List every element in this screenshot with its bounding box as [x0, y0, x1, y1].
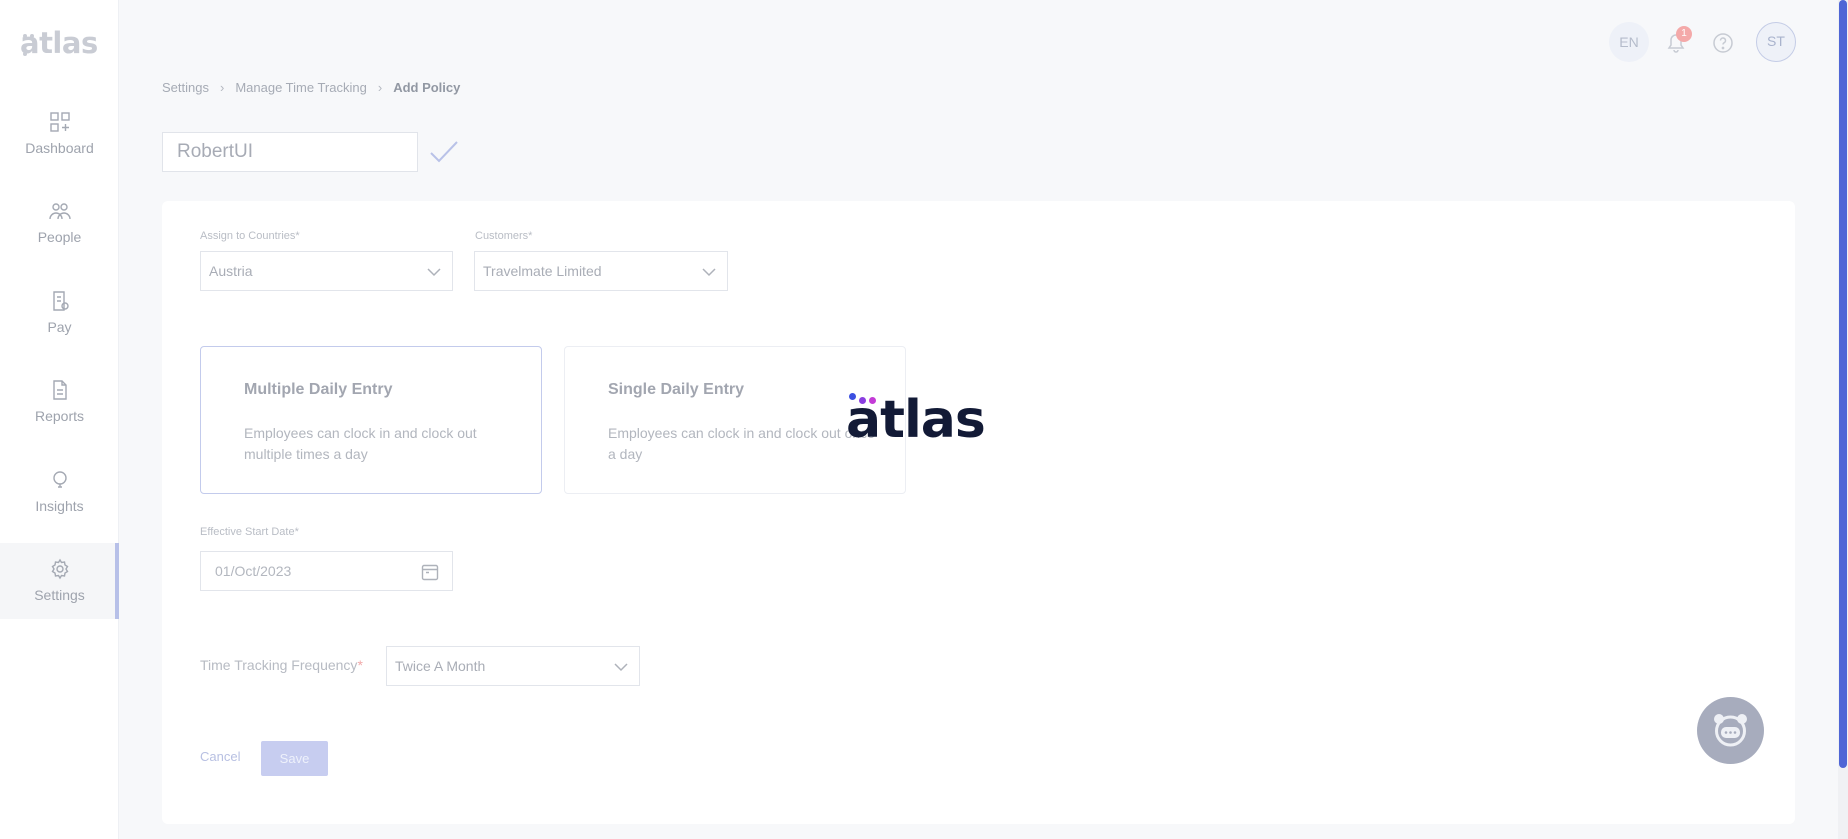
start-date-input[interactable]: 01/Oct/2023 — [200, 551, 453, 591]
pay-icon — [48, 289, 72, 313]
atlas-logo[interactable]: atlas — [20, 24, 100, 60]
dashboard-icon — [48, 110, 72, 134]
entry-option-description: Employees can clock in and clock out onc… — [608, 425, 875, 462]
multiple-daily-entry-option[interactable]: Multiple Daily Entry Employees can clock… — [200, 346, 542, 494]
countries-value: Austria — [209, 263, 253, 279]
policy-name-input[interactable]: RobertUI — [162, 132, 418, 172]
language-selector[interactable]: EN — [1609, 22, 1649, 62]
chevron-right-icon: › — [219, 80, 225, 95]
frequency-label-text: Time Tracking Frequency — [200, 657, 358, 673]
sidebar-item-people[interactable]: People — [0, 199, 119, 275]
frequency-label: Time Tracking Frequency* — [200, 657, 363, 673]
confirm-name-button[interactable] — [428, 136, 460, 168]
customers-select[interactable]: Travelmate Limited — [474, 251, 728, 291]
sidebar-item-pay[interactable]: Pay — [0, 289, 119, 365]
breadcrumb-item-manage-time-tracking[interactable]: Manage Time Tracking — [235, 80, 367, 95]
gear-icon — [48, 557, 72, 581]
help-icon — [1713, 33, 1733, 53]
sidebar-item-reports[interactable]: Reports — [0, 378, 119, 454]
frequency-select[interactable]: Twice A Month — [386, 646, 640, 686]
sidebar-item-label: Reports — [34, 408, 85, 424]
breadcrumb-current: Add Policy — [393, 80, 461, 95]
entry-option-title: Single Daily Entry — [608, 381, 745, 398]
breadcrumb: Settings › Manage Time Tracking › Add Po… — [162, 80, 460, 95]
scrollbar-thumb[interactable] — [1839, 0, 1847, 768]
sidebar-item-label: Settings — [34, 587, 85, 603]
sidebar-item-label: People — [37, 229, 82, 245]
save-button[interactable]: Save — [261, 741, 328, 776]
chat-button[interactable] — [1697, 697, 1764, 764]
chevron-down-icon — [701, 264, 717, 280]
calendar-icon[interactable] — [420, 562, 440, 582]
logo-wordmark: atlas — [20, 26, 98, 60]
sidebar: atlas Dashboard People Pay Reports Insig… — [0, 0, 119, 839]
required-mark: * — [357, 657, 363, 673]
countries-select[interactable]: Austria — [200, 251, 453, 291]
help-button[interactable] — [1703, 22, 1743, 62]
notification-badge: 1 — [1676, 26, 1692, 42]
sidebar-item-label: Dashboard — [25, 140, 94, 156]
sidebar-item-label: Insights — [35, 498, 84, 514]
entry-option-description: Employees can clock in and clock out mul… — [244, 425, 477, 462]
frequency-value: Twice A Month — [395, 658, 486, 674]
start-date-value: 01/Oct/2023 — [215, 563, 292, 579]
sidebar-item-settings[interactable]: Settings — [0, 543, 119, 619]
countries-label: Assign to Countries* — [200, 230, 300, 242]
reports-icon — [48, 378, 72, 402]
entry-option-title: Multiple Daily Entry — [244, 381, 393, 398]
sidebar-item-label: Pay — [47, 319, 72, 335]
chevron-right-icon: › — [377, 80, 383, 95]
breadcrumb-item-settings[interactable]: Settings — [162, 80, 209, 95]
customers-value: Travelmate Limited — [483, 263, 602, 279]
chevron-down-icon — [426, 264, 442, 280]
start-date-label: Effective Start Date* — [200, 526, 299, 538]
sidebar-item-dashboard[interactable]: Dashboard — [0, 110, 119, 186]
policy-form-card — [162, 201, 1795, 824]
insights-icon — [48, 468, 72, 492]
cancel-button[interactable]: Cancel — [200, 749, 240, 764]
loader-wordmark: atlas — [846, 390, 986, 450]
people-icon — [48, 199, 72, 223]
customers-label: Customers* — [475, 230, 533, 242]
avatar[interactable]: ST — [1756, 22, 1796, 62]
loading-logo: atlas — [846, 390, 996, 450]
sidebar-item-insights[interactable]: Insights — [0, 468, 119, 544]
chat-bot-icon — [1714, 714, 1747, 747]
chevron-down-icon — [613, 659, 629, 675]
check-icon — [430, 141, 458, 163]
